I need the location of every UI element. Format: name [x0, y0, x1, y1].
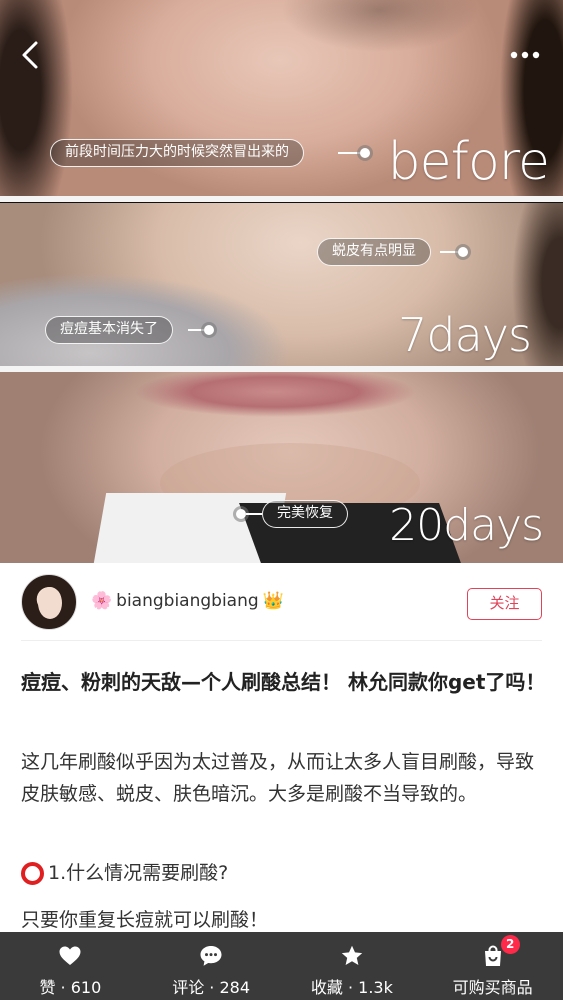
like-label: 赞 · 610 [39, 978, 102, 997]
comment-label: 评论 · 284 [172, 978, 251, 997]
image-separator [0, 196, 563, 202]
heart-icon [59, 946, 81, 965]
post-question: 1.什么情况需要刷酸? [21, 858, 228, 888]
tag-connector [440, 251, 458, 253]
post-title: 痘痘、粉刺的天敌—个人刷酸总结！ 林允同款你get了吗！ [21, 670, 546, 694]
comment-button[interactable]: 评论 · 284 [141, 932, 282, 1000]
tag-anchor-dot[interactable] [236, 509, 246, 519]
tag-anchor-dot[interactable] [360, 148, 370, 158]
post-line: 只要你重复长痘就可以刷酸！ [21, 909, 269, 931]
tag-connector [246, 513, 262, 515]
tag-connector [338, 152, 360, 154]
tag-anchor-dot[interactable] [204, 325, 214, 335]
author-name-row[interactable]: 🌸 biangbiangbiang 👑 [91, 591, 284, 611]
like-button[interactable]: 赞 · 610 [0, 932, 141, 1000]
image-tag[interactable]: 痘痘基本消失了 [45, 316, 173, 344]
flower-icon: 🌸 [91, 591, 113, 611]
image-tag[interactable]: 完美恢复 [262, 500, 348, 528]
author-row: 🌸 biangbiangbiang 👑 关注 [0, 563, 563, 641]
shop-label: 可购买商品 [452, 978, 533, 997]
image-tag[interactable]: 蜕皮有点明显 [317, 238, 431, 266]
author-name[interactable]: biangbiangbiang [116, 591, 259, 611]
avatar[interactable] [21, 574, 77, 630]
cart-count-badge: 2 [500, 935, 520, 954]
collect-label: 收藏 · 1.3k [310, 978, 393, 997]
comment-bubble-icon [200, 946, 222, 966]
post-image[interactable]: before 7days 20days 前段时间压力大的时候突然冒出来的 蜕皮有… [0, 0, 563, 563]
seven-days-label: 7days [398, 308, 532, 362]
more-dots-icon[interactable] [509, 46, 541, 64]
follow-button[interactable]: 关注 [467, 588, 542, 620]
image-tag[interactable]: 前段时间压力大的时候突然冒出来的 [50, 139, 304, 167]
crown-icon: 👑 [262, 591, 284, 611]
before-label: before [387, 132, 550, 192]
question-text: 1.什么情况需要刷酸? [48, 862, 229, 884]
tag-connector [188, 329, 204, 331]
shop-button[interactable]: 2 可购买商品 [422, 932, 563, 1000]
post-paragraph: 这几年刷酸似乎因为太过普及，从而让太多人盲目刷酸，导致皮肤敏感、蜕皮、肤色暗沉。… [21, 751, 535, 805]
star-icon [341, 945, 363, 965]
twenty-days-label: 20days [389, 500, 544, 551]
collect-button[interactable]: 收藏 · 1.3k [282, 932, 423, 1000]
back-arrow-icon[interactable] [18, 40, 44, 70]
bottom-action-bar: 赞 · 610 评论 · 284 收藏 · 1.3k 2 可购买商品 [0, 932, 563, 1000]
divider [21, 640, 542, 641]
red-circle-icon [21, 861, 44, 885]
tag-anchor-dot[interactable] [458, 247, 468, 257]
